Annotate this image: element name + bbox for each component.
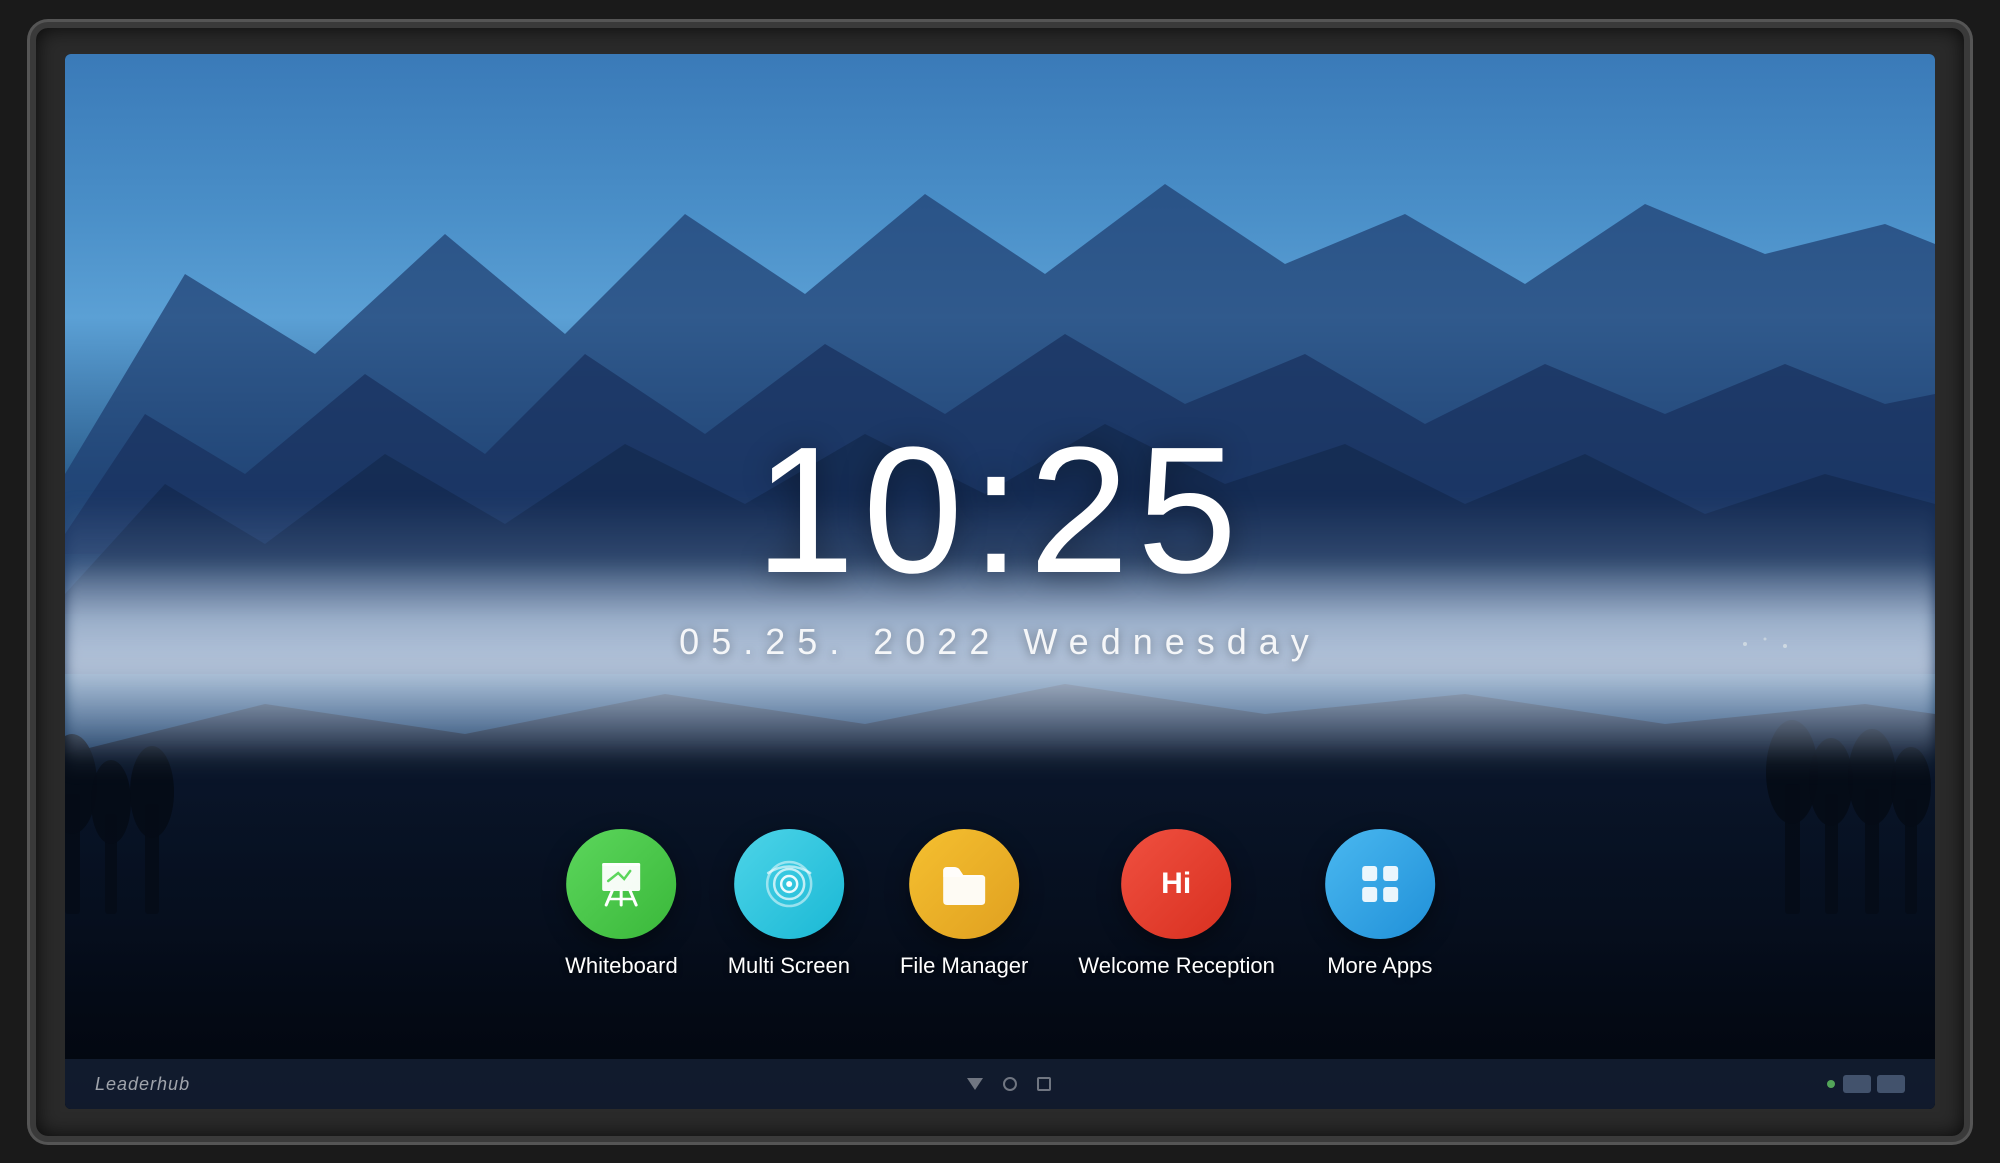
moreapps-label: More Apps [1327,953,1432,979]
filemanager-icon [909,829,1019,939]
bottom-icon-buttons [1843,1075,1905,1093]
status-dot [1827,1080,1835,1088]
multiscreen-label: Multi Screen [728,953,850,979]
whiteboard-label: Whiteboard [565,953,678,979]
welcome-label: Welcome Reception [1078,953,1274,979]
app-multiscreen[interactable]: Multi Screen [728,829,850,979]
welcome-svg: Hi [1148,855,1206,913]
moreapps-icon [1325,829,1435,939]
tv-frame: 10:25 05.25. 2022 Wednesday [30,22,1970,1142]
date-display: 05.25. 2022 Wednesday [679,621,1321,663]
screen-content: 10:25 05.25. 2022 Wednesday [65,54,1935,1109]
side-button-2[interactable] [32,497,36,519]
brand-logo: Leaderhub [95,1074,190,1095]
nav-home-icon[interactable] [1003,1077,1017,1091]
app-whiteboard[interactable]: Whiteboard [565,829,678,979]
side-button-3[interactable] [32,523,36,545]
filemanager-label: File Manager [900,953,1028,979]
bottom-btn-2[interactable] [1877,1075,1905,1093]
filemanager-svg [935,855,993,913]
welcome-icon: Hi [1122,829,1232,939]
clock-display: 10:25 [679,421,1321,601]
bottom-controls [1827,1075,1905,1093]
bottom-navigation [967,1077,1051,1091]
side-buttons [32,471,36,545]
main-screen: 10:25 05.25. 2022 Wednesday [65,54,1935,1109]
multiscreen-icon [734,829,844,939]
nav-recent-icon[interactable] [1037,1077,1051,1091]
time-section: 10:25 05.25. 2022 Wednesday [679,421,1321,663]
apps-section: Whiteboard [565,829,1435,979]
app-moreapps[interactable]: More Apps [1325,829,1435,979]
svg-text:Hi: Hi [1162,867,1192,900]
whiteboard-svg [592,855,650,913]
multiscreen-svg [760,855,818,913]
side-button-1[interactable] [32,471,36,493]
bottom-btn-1[interactable] [1843,1075,1871,1093]
app-filemanager[interactable]: File Manager [900,829,1028,979]
bottom-bar: Leaderhub [65,1059,1935,1109]
nav-back-icon[interactable] [967,1078,983,1090]
whiteboard-icon [566,829,676,939]
moreapps-svg [1351,855,1409,913]
app-welcome[interactable]: Hi Welcome Reception [1078,829,1274,979]
